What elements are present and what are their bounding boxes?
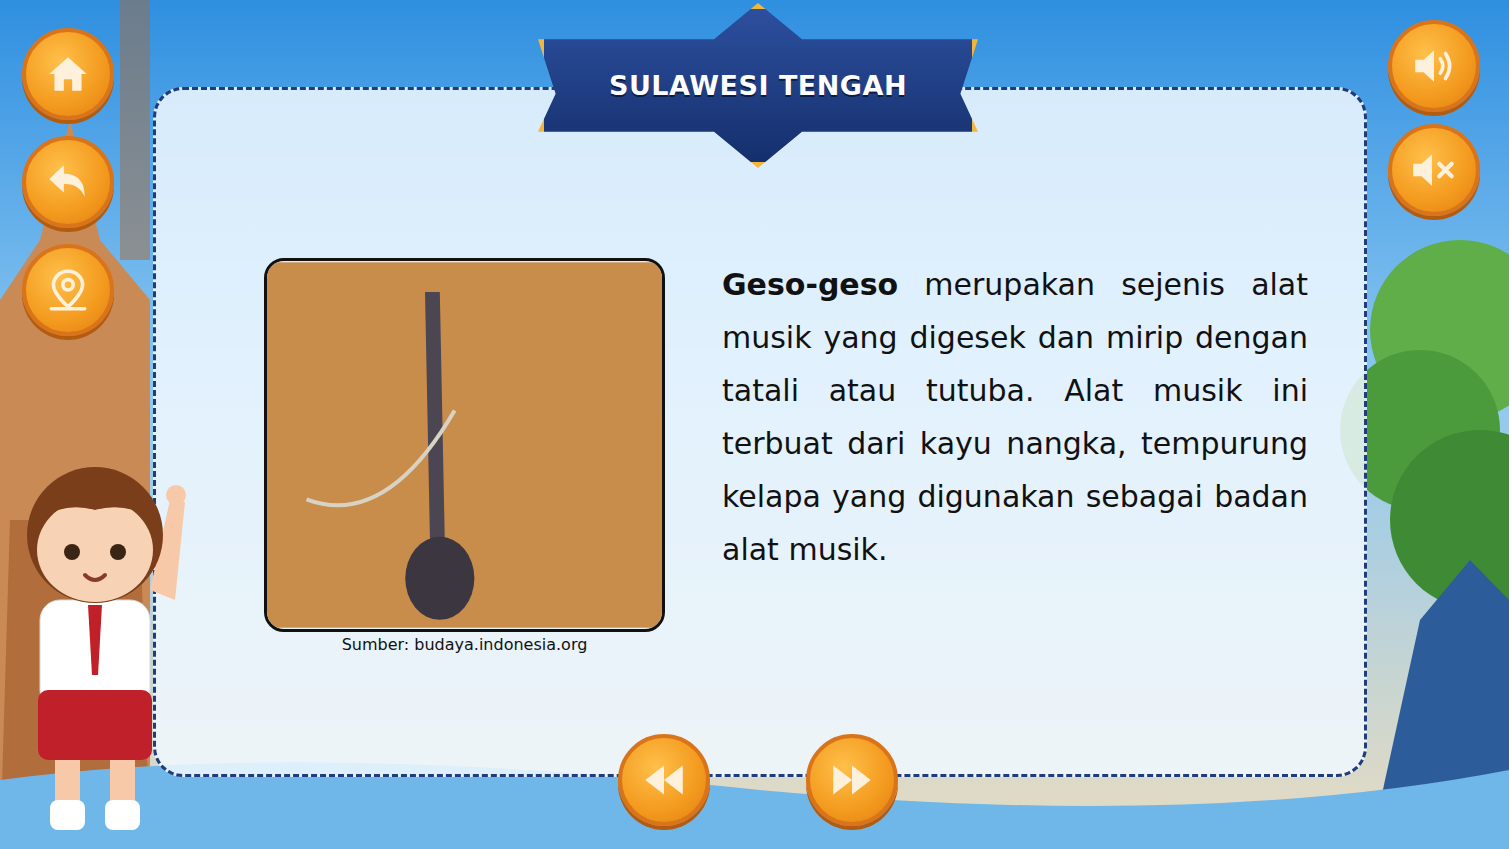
home-icon	[43, 49, 93, 99]
location-pin-icon	[43, 265, 93, 315]
screen: SULAWESI TENGAHSumber: budaya.indonesia.…	[0, 0, 1509, 849]
geso-geso-picture	[267, 261, 662, 629]
photo	[264, 258, 665, 632]
photo-figure: Sumber: budaya.indonesia.org	[264, 258, 665, 654]
description-term: Geso-geso	[722, 267, 898, 302]
speaker-icon	[1409, 41, 1459, 91]
back-button[interactable]	[22, 136, 114, 228]
student-character	[0, 440, 200, 840]
speaker-mute-icon	[1409, 145, 1459, 195]
rewind-icon	[639, 755, 689, 805]
pager	[618, 734, 898, 826]
right-rail	[1367, 0, 1509, 216]
map-button[interactable]	[22, 244, 114, 336]
content: Sumber: budaya.indonesia.org Geso-geso me…	[156, 90, 1364, 654]
back-arrow-icon	[43, 157, 93, 207]
previous-button[interactable]	[618, 734, 710, 826]
title: SULAWESI TENGAH	[609, 70, 907, 101]
fast-forward-icon	[827, 755, 877, 805]
photo-caption: Sumber: budaya.indonesia.org	[342, 635, 588, 654]
sound-on-button[interactable]	[1388, 20, 1480, 112]
mute-button[interactable]	[1388, 124, 1480, 216]
home-button[interactable]	[22, 28, 114, 120]
left-rail	[0, 0, 153, 336]
description: Geso-geso merupakan sejenis alat musik y…	[722, 258, 1308, 576]
content-card: SULAWESI TENGAHSumber: budaya.indonesia.…	[153, 87, 1367, 777]
next-button[interactable]	[806, 734, 898, 826]
